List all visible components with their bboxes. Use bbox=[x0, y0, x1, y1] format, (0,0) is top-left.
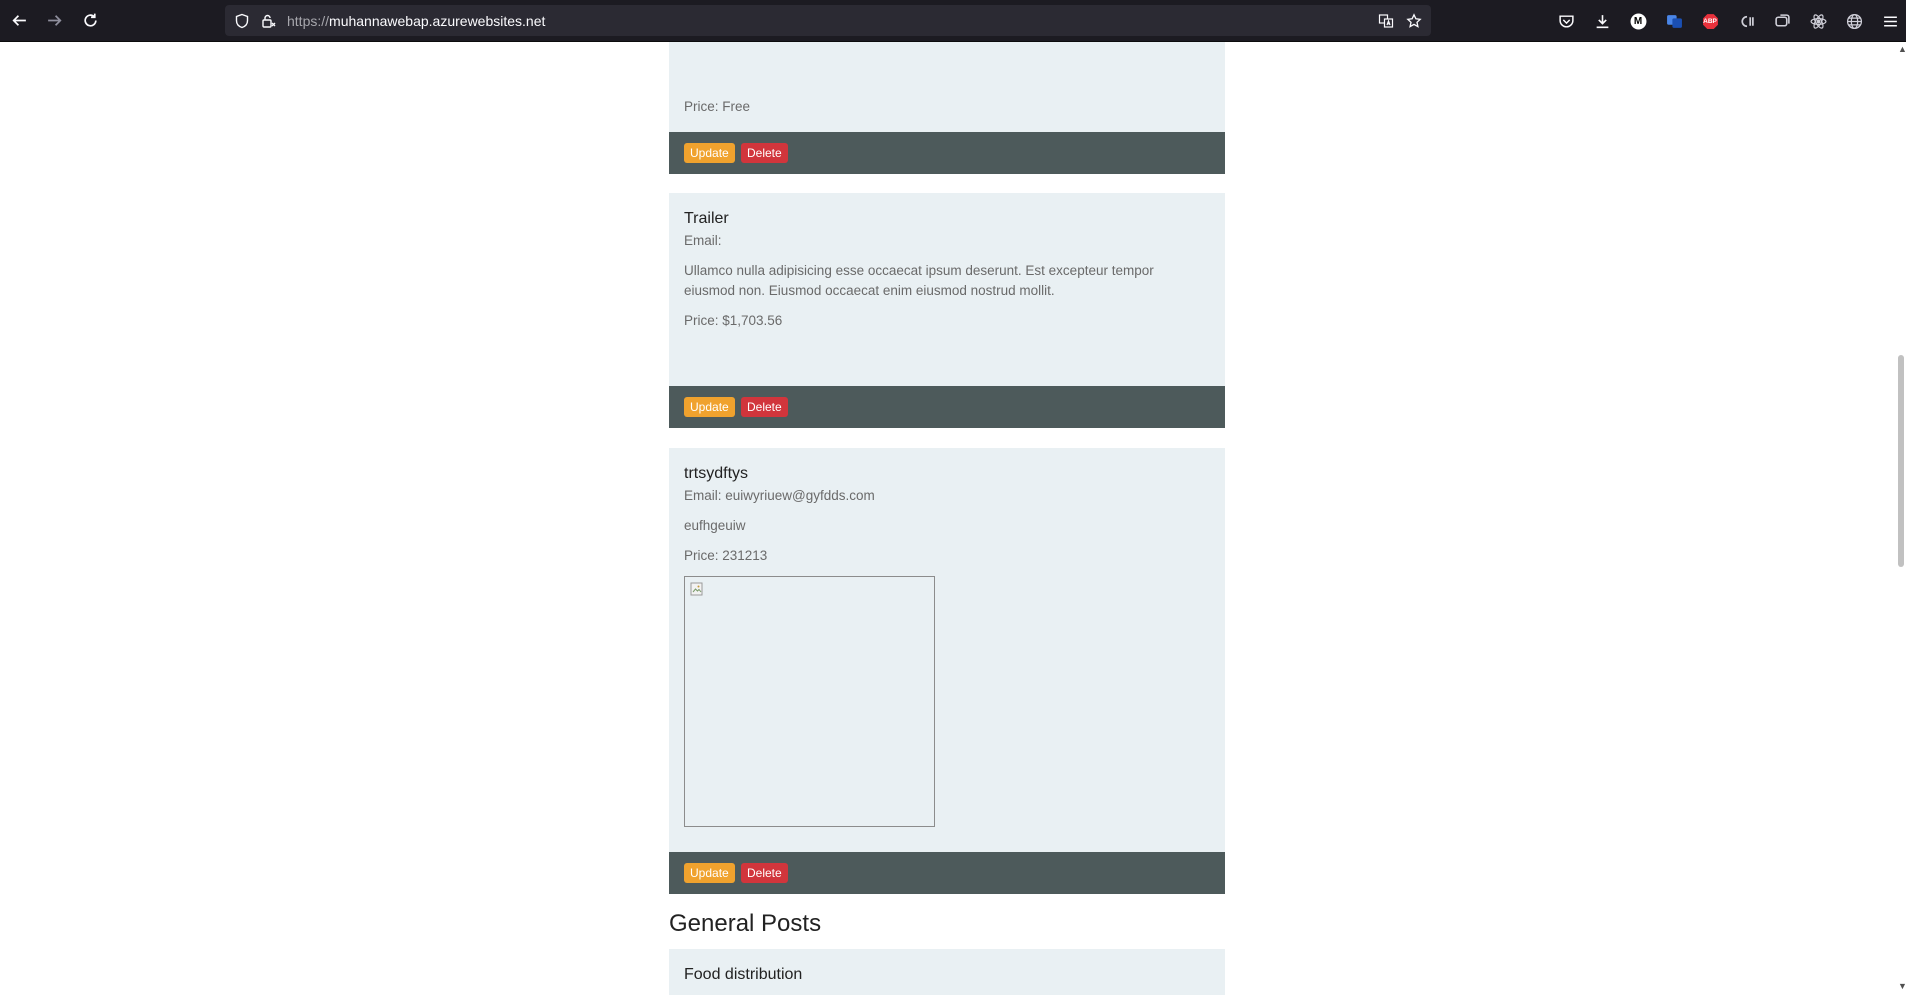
post-card: Price: Free Update Delete bbox=[669, 42, 1225, 174]
post-card: Trailer Email: Ullamco nulla adipisicing… bbox=[669, 193, 1225, 428]
post-description: Ullamco nulla adipisicing esse occaecat … bbox=[684, 263, 1154, 298]
code-extension-icon[interactable] bbox=[1736, 11, 1756, 31]
post-email: Email: bbox=[684, 233, 722, 248]
url-text[interactable]: https://muhannawebap.azurewebsites.net bbox=[287, 13, 545, 29]
lock-icon[interactable] bbox=[259, 12, 276, 29]
url-prefix: https:// bbox=[287, 13, 330, 29]
pocket-icon[interactable] bbox=[1556, 11, 1576, 31]
update-button[interactable]: Update bbox=[684, 863, 735, 883]
hamburger-menu-icon[interactable] bbox=[1880, 11, 1900, 31]
general-posts-heading: General Posts bbox=[669, 910, 822, 937]
post-card-footer: Update Delete bbox=[669, 852, 1225, 894]
post-title: Food distribution bbox=[684, 966, 803, 983]
adblock-plus-icon[interactable]: ABP bbox=[1700, 11, 1720, 31]
translator-extension-icon[interactable] bbox=[1664, 11, 1684, 31]
react-devtools-icon[interactable] bbox=[1808, 11, 1828, 31]
update-button[interactable]: Update bbox=[684, 397, 735, 417]
sync-extension-icon[interactable] bbox=[1772, 11, 1792, 31]
forward-icon[interactable] bbox=[43, 9, 65, 31]
globe-extension-icon[interactable] bbox=[1844, 11, 1864, 31]
page-viewport: Price: Free Update Delete Trailer Email:… bbox=[0, 42, 1896, 995]
scrollbar-thumb[interactable] bbox=[1898, 355, 1904, 567]
scroll-down-arrow-icon[interactable]: ▼ bbox=[1898, 981, 1906, 991]
url-host: muhannawebap.azurewebsites.net bbox=[329, 13, 546, 29]
bookmark-star-icon[interactable] bbox=[1405, 12, 1422, 29]
post-card-footer: Update Delete bbox=[669, 386, 1225, 428]
abp-badge-text: ABP bbox=[1703, 17, 1717, 25]
browser-toolbar: https://muhannawebap.azurewebsites.net M… bbox=[0, 0, 1906, 42]
post-email: Email: euiwyriuew@gyfdds.com bbox=[684, 488, 875, 503]
delete-button[interactable]: Delete bbox=[741, 863, 788, 883]
delete-button[interactable]: Delete bbox=[741, 397, 788, 417]
broken-image-icon bbox=[690, 582, 703, 596]
post-card-footer: Update Delete bbox=[669, 132, 1225, 174]
address-bar[interactable]: https://muhannawebap.azurewebsites.net bbox=[225, 5, 1431, 36]
downloads-icon[interactable] bbox=[1592, 11, 1612, 31]
post-card: trtsydftys Email: euiwyriuew@gyfdds.com … bbox=[669, 448, 1225, 894]
post-title: Trailer bbox=[684, 210, 729, 227]
post-price: Price: Free bbox=[684, 99, 751, 114]
post-image-broken bbox=[684, 576, 935, 827]
page-scrollbar[interactable] bbox=[1896, 42, 1906, 995]
post-title: trtsydftys bbox=[684, 465, 749, 482]
post-card: Food distribution bbox=[669, 949, 1225, 995]
update-button[interactable]: Update bbox=[684, 143, 735, 163]
translate-icon[interactable] bbox=[1377, 12, 1394, 29]
medium-badge-text: M bbox=[1633, 15, 1643, 27]
delete-button[interactable]: Delete bbox=[741, 143, 788, 163]
post-price: Price: 231213 bbox=[684, 548, 768, 563]
post-description: eufhgeuiw bbox=[684, 518, 746, 533]
reload-icon[interactable] bbox=[79, 9, 101, 31]
post-price: Price: $1,703.56 bbox=[684, 313, 783, 328]
medium-extension-icon[interactable]: M bbox=[1628, 11, 1648, 31]
back-icon[interactable] bbox=[8, 9, 30, 31]
scroll-up-arrow-icon[interactable]: ▲ bbox=[1898, 44, 1906, 54]
tracking-protection-shield-icon[interactable] bbox=[233, 12, 250, 29]
